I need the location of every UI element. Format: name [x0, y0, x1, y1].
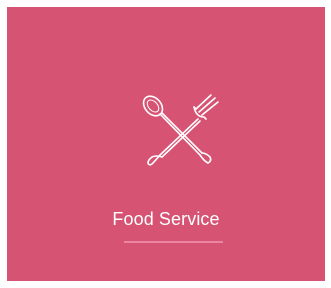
fork-and-spoon-icon [138, 89, 222, 173]
card-title: Food Service [112, 209, 220, 229]
food-service-card[interactable]: Food Service [7, 7, 325, 281]
title-underline [124, 241, 223, 243]
